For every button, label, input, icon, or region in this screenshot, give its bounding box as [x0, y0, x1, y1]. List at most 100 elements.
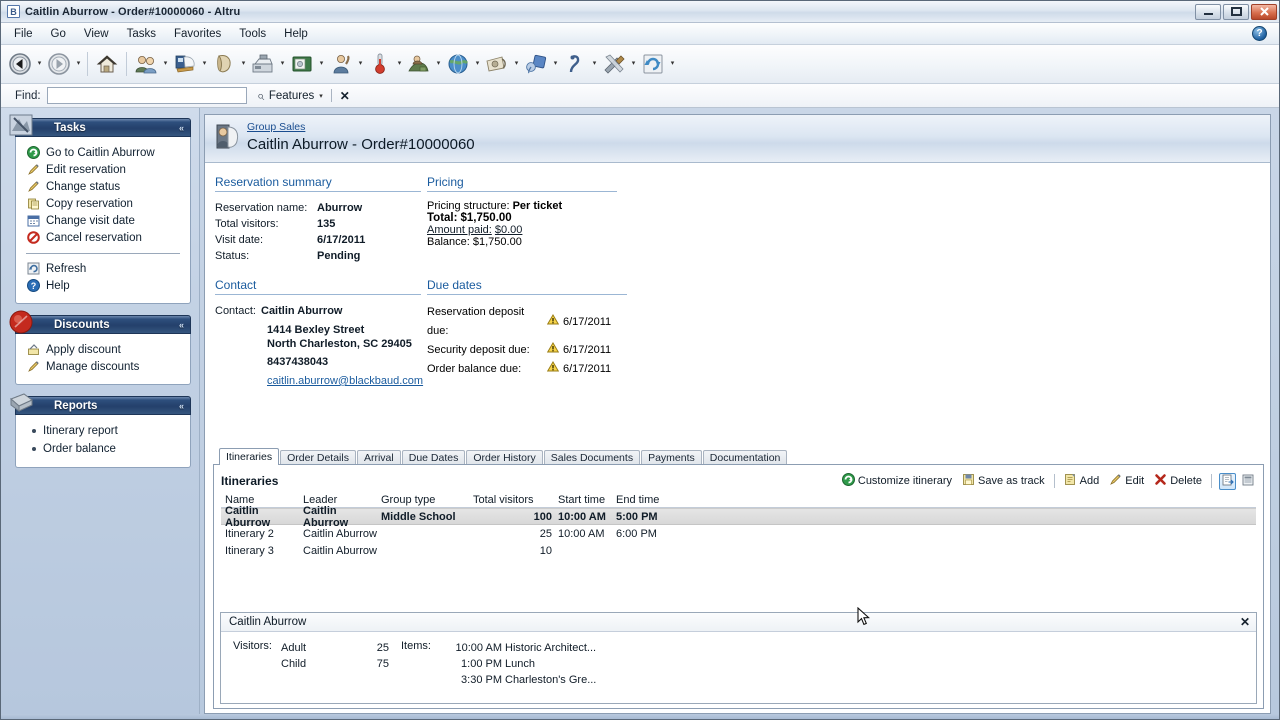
drawer-close-icon[interactable]: ✕ [1240, 615, 1250, 629]
volunteers-dropdown-caret-icon[interactable]: ▾ [356, 49, 365, 79]
order-balance-due-row: Order balance due: 6/17/2011 [427, 360, 627, 379]
tab-itineraries[interactable]: Itineraries [219, 448, 280, 465]
menu-help[interactable]: Help [275, 26, 317, 42]
itineraries-actions: Customize itinerary Save as track Add Ed… [837, 472, 1256, 490]
revenue-dropdown-caret-icon[interactable]: ▾ [200, 49, 209, 79]
toolbar-forward-button[interactable] [44, 48, 74, 80]
marketing-icon [483, 50, 511, 78]
menu-view[interactable]: View [75, 26, 118, 42]
events-dropdown-caret-icon[interactable]: ▾ [551, 49, 560, 79]
menu-favorites[interactable]: Favorites [165, 26, 230, 42]
save-as-track-button[interactable]: Save as track [957, 473, 1050, 489]
sidebar-item-change-status[interactable]: Change status [24, 178, 184, 195]
marketing-dropdown-caret-icon[interactable]: ▾ [512, 49, 521, 79]
tab-due-dates[interactable]: Due Dates [401, 450, 466, 465]
breadcrumb[interactable]: Group Sales [247, 121, 305, 133]
column-header-end-time[interactable]: End time [616, 494, 676, 506]
sidebar-panel-header-tasks[interactable]: Tasks « [15, 118, 191, 137]
prospects-dropdown-caret-icon[interactable]: ▾ [590, 49, 599, 79]
find-input[interactable] [46, 87, 247, 104]
table-row[interactable]: Caitlin Aburrow Caitlin Aburrow Middle S… [221, 505, 1256, 529]
collapse-icon-tasks[interactable]: « [179, 123, 184, 132]
toolbar-sales-button[interactable] [248, 48, 278, 80]
amount-paid-value[interactable]: $0.00 [495, 224, 523, 236]
toolbar-memberships-button[interactable] [209, 48, 239, 80]
add-button[interactable]: Add [1059, 473, 1105, 489]
menu-file[interactable]: File [5, 26, 42, 42]
table-row[interactable]: Itinerary 3 Caitlin Aburrow 10 [221, 542, 1256, 559]
toolbar-revenue-button[interactable] [170, 48, 200, 80]
sidebar-item-refresh[interactable]: Refresh [24, 260, 184, 277]
sales-dropdown-caret-icon[interactable]: ▾ [278, 49, 287, 79]
toolbar-analysis-button[interactable] [365, 48, 395, 80]
collapse-icon-discounts[interactable]: « [179, 320, 184, 329]
edit-button[interactable]: Edit [1104, 473, 1149, 489]
analysis-dropdown-caret-icon[interactable]: ▾ [395, 49, 404, 79]
menu-go[interactable]: Go [42, 26, 75, 42]
sidebar-item-apply-discount[interactable]: Apply discount [24, 341, 184, 358]
sidebar-item-change-visit-date[interactable]: Change visit date [24, 212, 184, 229]
administration-dropdown-caret-icon[interactable]: ▾ [629, 49, 638, 79]
toolbar-fundraising-button[interactable] [404, 48, 434, 80]
columns-button[interactable] [1239, 473, 1256, 490]
features-dropdown-caret-icon[interactable]: ▾ [319, 92, 323, 100]
column-header-total-visitors[interactable]: Total visitors [473, 494, 558, 506]
delete-button[interactable]: Delete [1149, 473, 1207, 489]
sidebar-panel-header-discounts[interactable]: Discounts « [15, 315, 191, 334]
tab-sales-documents[interactable]: Sales Documents [543, 450, 641, 465]
amount-paid-label[interactable]: Amount paid: [427, 224, 492, 236]
toolbar-prospects-button[interactable] [560, 48, 590, 80]
toolbar-volunteers-button[interactable] [326, 48, 356, 80]
column-header-group-type[interactable]: Group type [381, 494, 473, 506]
sidebar-item-copy-reservation[interactable]: Copy reservation [24, 195, 184, 212]
customize-itinerary-button[interactable]: Customize itinerary [837, 473, 957, 489]
features-label[interactable]: Features [269, 90, 314, 102]
toolbar-back-button[interactable] [5, 48, 35, 80]
tickets-dropdown-caret-icon[interactable]: ▾ [317, 49, 326, 79]
column-header-start-time[interactable]: Start time [558, 494, 616, 506]
tab-order-history[interactable]: Order History [466, 450, 543, 465]
forward-dropdown-caret-icon[interactable]: ▾ [74, 49, 83, 79]
refresh-dropdown-caret-icon[interactable]: ▾ [668, 49, 677, 79]
toolbar-events-button[interactable] [521, 48, 551, 80]
toolbar-home-button[interactable] [92, 48, 122, 80]
sidebar-item-help[interactable]: ? Help [24, 277, 184, 294]
toolbar-web-button[interactable] [443, 48, 473, 80]
sidebar-panel-header-reports[interactable]: Reports « [15, 396, 191, 415]
tab-documentation[interactable]: Documentation [702, 450, 788, 465]
menu-tasks[interactable]: Tasks [118, 26, 165, 42]
help-icon[interactable]: ? [1252, 26, 1267, 41]
sidebar-item-itinerary-report[interactable]: Itinerary report [24, 422, 184, 440]
toolbar-constituents-button[interactable] [131, 48, 161, 80]
collapse-icon-reports[interactable]: « [179, 401, 184, 410]
items-label: Items: [401, 640, 431, 652]
close-button[interactable] [1251, 3, 1277, 20]
tab-order-details[interactable]: Order Details [280, 450, 356, 465]
tab-arrival[interactable]: Arrival [356, 450, 401, 465]
sidebar-item-order-balance[interactable]: Order balance [24, 440, 184, 458]
tasks-badge-icon [7, 112, 37, 140]
find-close-icon[interactable]: ✕ [340, 89, 350, 103]
web-dropdown-caret-icon[interactable]: ▾ [473, 49, 482, 79]
menu-tools[interactable]: Tools [230, 26, 275, 42]
minimize-button[interactable] [1195, 3, 1221, 20]
back-dropdown-caret-icon[interactable]: ▾ [35, 49, 44, 79]
constituents-dropdown-caret-icon[interactable]: ▾ [161, 49, 170, 79]
export-button[interactable] [1219, 472, 1236, 490]
warning-icon [546, 313, 560, 332]
sidebar-item-go-to-caitlin-aburrow[interactable]: Go to Caitlin Aburrow [24, 144, 184, 161]
sidebar-item-edit-reservation[interactable]: Edit reservation [24, 161, 184, 178]
memberships-dropdown-caret-icon[interactable]: ▾ [239, 49, 248, 79]
contact-email-link[interactable]: caitlin.aburrow@blackbaud.com [267, 375, 423, 387]
sidebar-item-manage-discounts[interactable]: Manage discounts [24, 358, 184, 375]
sidebar-panel-reports: Reports « Itinerary report Order balance [10, 393, 191, 468]
maximize-button[interactable] [1223, 3, 1249, 20]
table-row[interactable]: Itinerary 2 Caitlin Aburrow 25 10:00 AM … [221, 525, 1256, 542]
sidebar-item-cancel-reservation[interactable]: Cancel reservation [24, 229, 184, 246]
tab-payments[interactable]: Payments [641, 450, 702, 465]
toolbar-tickets-button[interactable] [287, 48, 317, 80]
toolbar-marketing-button[interactable] [482, 48, 512, 80]
toolbar-administration-button[interactable] [599, 48, 629, 80]
fundraising-dropdown-caret-icon[interactable]: ▾ [434, 49, 443, 79]
toolbar-refresh-button[interactable] [638, 48, 668, 80]
